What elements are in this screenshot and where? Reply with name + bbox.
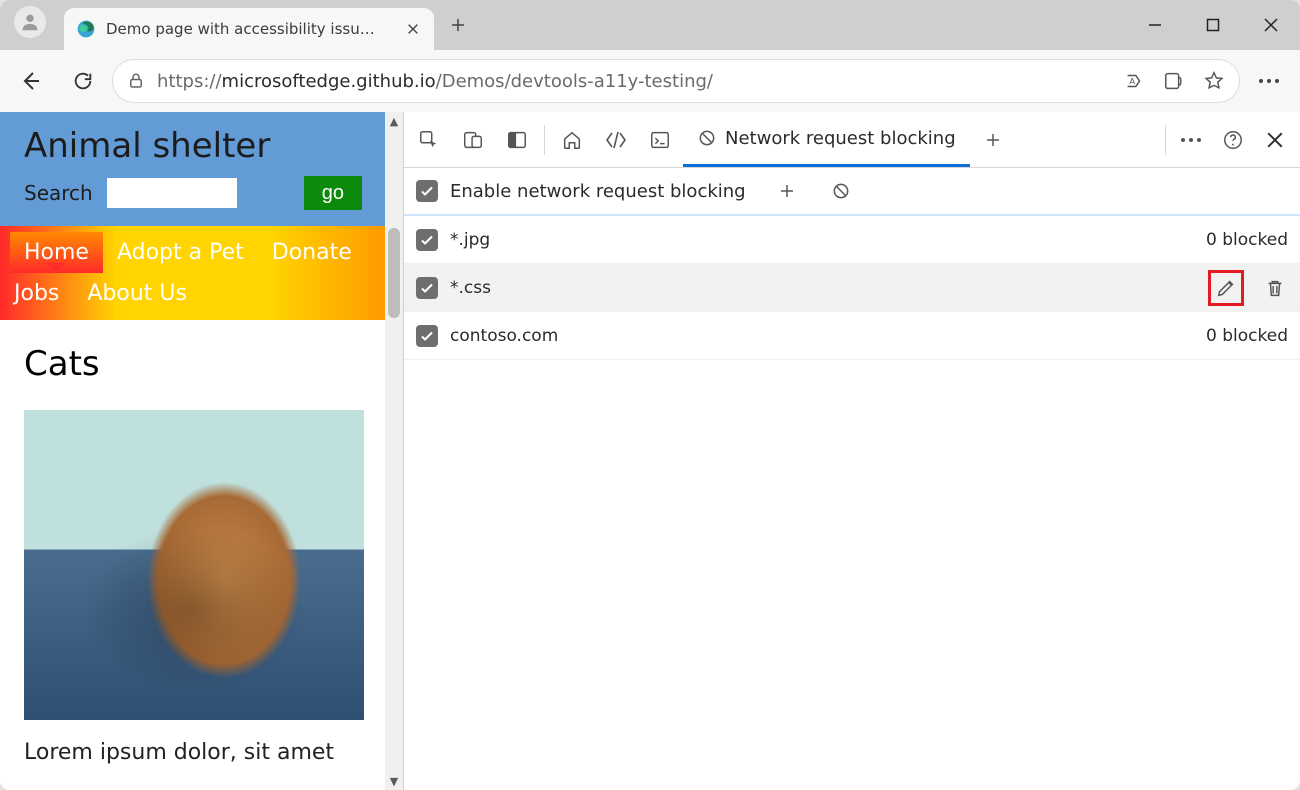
pattern-label: *.jpg (450, 230, 1194, 250)
console-tab-icon[interactable] (639, 119, 681, 161)
network-request-blocking-tab[interactable]: Network request blocking (683, 112, 970, 167)
welcome-tab-icon[interactable] (551, 119, 593, 161)
search-input[interactable] (107, 178, 237, 208)
read-aloud-icon[interactable]: A (1123, 70, 1145, 92)
enable-blocking-checkbox[interactable] (416, 180, 438, 202)
enable-blocking-label: Enable network request blocking (450, 181, 746, 202)
nav-jobs[interactable]: Jobs (0, 273, 73, 314)
devtools-help-icon[interactable] (1212, 119, 1254, 161)
page-scrollbar[interactable]: ▲ ▼ (385, 112, 403, 790)
svg-text:A: A (1129, 76, 1135, 86)
back-button[interactable] (8, 58, 54, 104)
pattern-checkbox[interactable] (416, 277, 438, 299)
remove-all-patterns-button[interactable] (820, 170, 862, 212)
tab-label: Network request blocking (725, 128, 956, 149)
devtools-close-icon[interactable] (1254, 119, 1296, 161)
device-emulation-icon[interactable] (452, 119, 494, 161)
section-heading: Cats (24, 344, 362, 384)
address-bar[interactable]: https://microsoftedge.github.io/Demos/de… (112, 59, 1240, 103)
profile-avatar[interactable] (14, 6, 46, 38)
window-maximize-button[interactable] (1184, 0, 1242, 50)
elements-tab-icon[interactable] (595, 119, 637, 161)
pattern-row[interactable]: contoso.com 0 blocked (404, 312, 1300, 360)
nav-adopt[interactable]: Adopt a Pet (103, 232, 258, 273)
nav-home[interactable]: Home (10, 232, 103, 273)
pattern-label: contoso.com (450, 326, 1194, 346)
favorites-star-icon[interactable] (1203, 70, 1225, 92)
browser-tab[interactable]: Demo page with accessibility issu… (64, 8, 434, 50)
site-nav: Home Adopt a Pet Donate Jobs About Us (0, 226, 386, 320)
window-close-button[interactable] (1242, 0, 1300, 50)
lock-icon (127, 72, 145, 90)
close-tab-icon[interactable] (406, 22, 422, 36)
immersive-reader-icon[interactable] (1163, 70, 1185, 92)
inspect-element-icon[interactable] (408, 119, 450, 161)
devtools-panel: Network request blocking (404, 112, 1300, 790)
page-title: Animal shelter (24, 126, 362, 166)
add-pattern-button[interactable] (766, 170, 808, 212)
pattern-label: *.css (450, 278, 1196, 298)
search-label: Search (24, 181, 93, 205)
pattern-row[interactable]: *.css (404, 264, 1300, 312)
more-tabs-button[interactable] (972, 119, 1014, 161)
settings-menu-button[interactable] (1246, 58, 1292, 104)
pattern-checkbox[interactable] (416, 229, 438, 251)
delete-pattern-button[interactable] (1262, 275, 1288, 301)
cat-image (24, 410, 364, 720)
edge-favicon (76, 19, 96, 39)
blocked-count: 0 blocked (1206, 326, 1288, 346)
tab-title: Demo page with accessibility issu… (106, 20, 396, 38)
pattern-row[interactable]: *.jpg 0 blocked (404, 216, 1300, 264)
pattern-checkbox[interactable] (416, 325, 438, 347)
window-minimize-button[interactable] (1126, 0, 1184, 50)
blocked-count: 0 blocked (1206, 230, 1288, 250)
devtools-more-icon[interactable] (1170, 119, 1212, 161)
nav-donate[interactable]: Donate (258, 232, 366, 273)
refresh-button[interactable] (60, 58, 106, 104)
go-button[interactable]: go (304, 176, 362, 210)
pattern-list: *.jpg 0 blocked *.css contoso.com 0 blocked (404, 216, 1300, 790)
url-text: https://microsoftedge.github.io/Demos/de… (157, 71, 1111, 92)
nav-about[interactable]: About Us (73, 273, 201, 314)
pencil-icon (1213, 275, 1239, 301)
page-viewport: Animal shelter Search go Home Adopt a Pe… (0, 112, 404, 790)
section-paragraph: Lorem ipsum dolor, sit amet (24, 740, 362, 765)
dock-side-icon[interactable] (496, 119, 538, 161)
edit-pattern-button[interactable] (1208, 270, 1244, 306)
new-tab-button[interactable] (438, 5, 478, 45)
